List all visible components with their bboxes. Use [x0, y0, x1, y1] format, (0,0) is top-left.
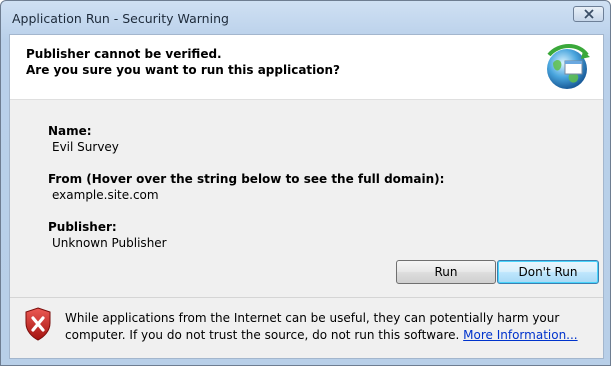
window-title: Application Run - Security Warning	[12, 11, 229, 26]
name-value: Evil Survey	[52, 140, 119, 154]
header-question: Are you sure you want to run this applic…	[26, 63, 341, 77]
dialog-content: Publisher cannot be verified. Are you su…	[9, 34, 604, 359]
footer-warning: While applications from the Internet can…	[65, 310, 595, 344]
footer-divider	[10, 297, 603, 298]
close-icon	[583, 9, 594, 19]
run-button[interactable]: Run	[396, 260, 496, 284]
name-label: Name:	[48, 124, 92, 138]
close-button[interactable]	[573, 6, 604, 22]
dont-run-button[interactable]: Don't Run	[497, 260, 599, 284]
shield-warning-icon	[25, 307, 51, 341]
more-information-link[interactable]: More Information...	[463, 328, 577, 342]
publisher-value: Unknown Publisher	[52, 236, 167, 250]
publisher-label: Publisher:	[48, 220, 117, 234]
from-label: From (Hover over the string below to see…	[48, 172, 445, 186]
header-title: Publisher cannot be verified.	[26, 47, 222, 61]
title-bar[interactable]: Application Run - Security Warning	[1, 1, 610, 35]
header-band: Publisher cannot be verified. Are you su…	[10, 35, 603, 100]
globe-application-icon	[547, 44, 590, 89]
from-value[interactable]: example.site.com	[52, 188, 159, 202]
security-warning-window: Application Run - Security Warning Publi…	[0, 0, 611, 366]
